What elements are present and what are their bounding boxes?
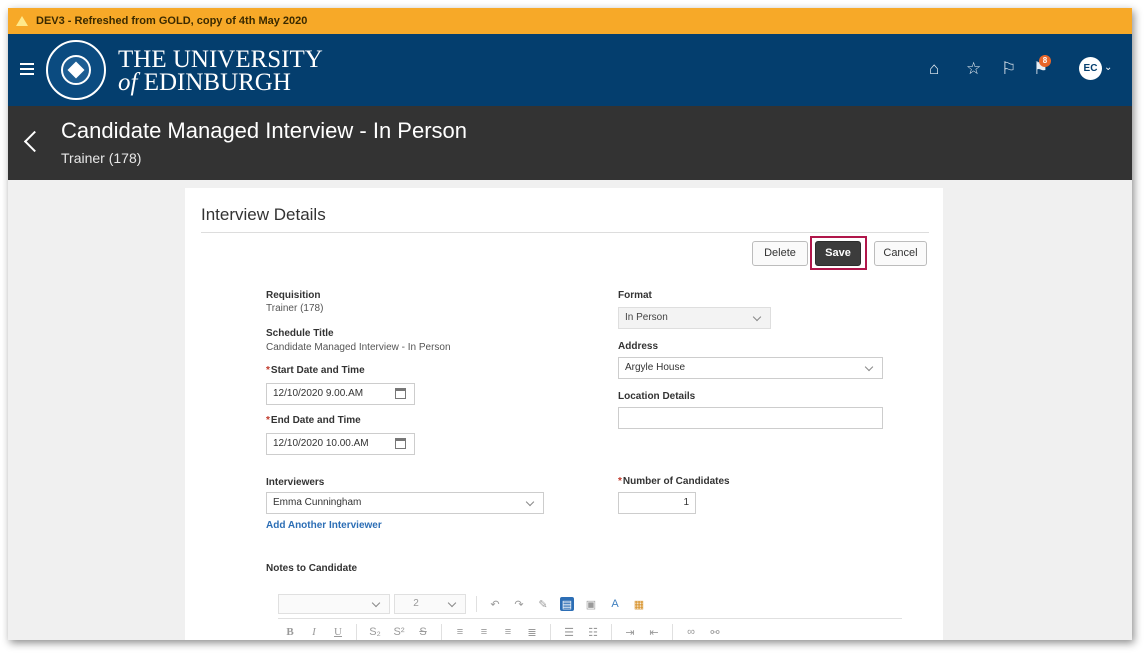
table-icon[interactable]: ▦	[632, 597, 646, 611]
page-subtitle: Trainer (178)	[61, 150, 142, 166]
chevron-down-icon	[447, 598, 457, 608]
chevron-down-icon	[371, 598, 381, 608]
address-value: Argyle House	[625, 362, 686, 373]
university-name[interactable]: THE UNIVERSITY of EDINBURGH	[118, 47, 323, 96]
toolbar-separator	[441, 624, 442, 640]
format-label: Format	[618, 290, 652, 301]
text-color-icon[interactable]: A	[608, 597, 622, 611]
indent-icon[interactable]: ⇥	[623, 625, 637, 639]
environment-banner: DEV3 - Refreshed from GOLD, copy of 4th …	[8, 8, 1132, 34]
end-date-label: End Date and Time	[266, 415, 361, 426]
location-details-input[interactable]	[618, 407, 883, 429]
outdent-icon[interactable]: ⇤	[647, 625, 661, 639]
warning-icon	[16, 16, 28, 26]
interviewer-select[interactable]: Emma Cunningham	[266, 492, 544, 514]
subscript-icon[interactable]: S₂	[368, 625, 382, 639]
toolbar-separator	[356, 624, 357, 640]
end-date-field[interactable]: 12/10/2020 10.00.AM	[266, 433, 415, 455]
university-crest-logo[interactable]	[46, 40, 106, 100]
crest-shield	[61, 55, 91, 85]
notes-editor-toolbar: 2 ↶ ↷ ✎ ▤ ▣ A ▦ B I U S₂ S² S ≡ ≡ ≡ ≣ ☰ …	[278, 592, 902, 640]
underline-icon[interactable]: U	[331, 625, 345, 639]
redo-icon[interactable]: ↷	[512, 597, 526, 611]
undo-icon[interactable]: ↶	[488, 597, 502, 611]
end-date-value: 12/10/2020 10.00.AM	[273, 438, 369, 449]
interviewer-value: Emma Cunningham	[273, 497, 362, 508]
toolbar-separator	[611, 624, 612, 640]
interview-details-panel: Interview Details Delete Save Cancel Req…	[185, 188, 943, 640]
university-name-line2: of EDINBURGH	[118, 69, 323, 96]
format-value: In Person	[625, 312, 668, 323]
preview-icon[interactable]: ▣	[584, 597, 598, 611]
interviewers-label: Interviewers	[266, 477, 325, 488]
address-select[interactable]: Argyle House	[618, 357, 883, 379]
delete-button[interactable]: Delete	[752, 241, 808, 266]
add-interviewer-link[interactable]: Add Another Interviewer	[266, 520, 382, 531]
calendar-icon[interactable]	[395, 388, 406, 399]
link-icon[interactable]: ∞	[684, 625, 698, 639]
back-button[interactable]	[22, 126, 42, 156]
toolbar-separator	[550, 624, 551, 640]
notification-count-badge: 8	[1039, 55, 1051, 67]
star-icon[interactable]: ☆	[966, 60, 981, 78]
schedule-title-value: Candidate Managed Interview - In Person	[266, 342, 451, 353]
requisition-label: Requisition	[266, 290, 321, 301]
address-label: Address	[618, 341, 659, 352]
crest-emblem	[67, 61, 85, 79]
divider	[201, 232, 929, 233]
home-icon[interactable]: ⌂	[929, 60, 939, 78]
chevron-down-icon[interactable]: ⌄	[1104, 62, 1112, 73]
page-header: Candidate Managed Interview - In Person …	[8, 106, 1132, 180]
font-family-select[interactable]	[278, 594, 390, 614]
number-of-candidates-input[interactable]: 1	[618, 492, 696, 514]
font-size-value: 2	[413, 598, 419, 609]
save-button[interactable]: Save	[815, 241, 861, 266]
toolbar-separator	[672, 624, 673, 640]
calendar-icon[interactable]	[395, 438, 406, 449]
chevron-down-icon	[752, 312, 762, 322]
strikethrough-icon[interactable]: S	[416, 625, 430, 639]
avatar[interactable]: EC	[1079, 57, 1102, 80]
justify-icon[interactable]: ≣	[525, 625, 539, 639]
start-date-field[interactable]: 12/10/2020 9.00.AM	[266, 383, 415, 405]
start-date-value: 12/10/2020 9.00.AM	[273, 388, 364, 399]
source-mode-icon[interactable]: ▤	[560, 597, 574, 611]
start-date-label: Start Date and Time	[266, 365, 365, 376]
align-right-icon[interactable]: ≡	[501, 625, 515, 639]
university-name-edinburgh: EDINBURGH	[143, 69, 291, 96]
align-center-icon[interactable]: ≡	[477, 625, 491, 639]
app-window: DEV3 - Refreshed from GOLD, copy of 4th …	[8, 8, 1132, 640]
cancel-button[interactable]: Cancel	[874, 241, 927, 266]
environment-banner-text: DEV3 - Refreshed from GOLD, copy of 4th …	[36, 15, 308, 27]
global-header: THE UNIVERSITY of EDINBURGH ⌂ ☆ ⚐ ⚑ 8 EC…	[8, 34, 1132, 106]
align-left-icon[interactable]: ≡	[453, 625, 467, 639]
notes-label: Notes to Candidate	[266, 563, 358, 574]
toolbar-separator	[476, 596, 477, 612]
number-of-candidates-label: Number of Candidates	[618, 476, 730, 487]
clear-format-icon[interactable]: ✎	[536, 597, 550, 611]
unlink-icon[interactable]: ⚯	[708, 625, 722, 639]
font-size-select[interactable]: 2	[394, 594, 466, 614]
requisition-value: Trainer (178)	[266, 303, 324, 314]
menu-icon[interactable]	[20, 63, 34, 75]
bullet-list-icon[interactable]: ☰	[562, 625, 576, 639]
page-title: Candidate Managed Interview - In Person	[61, 118, 468, 143]
section-title: Interview Details	[201, 205, 326, 224]
numbered-list-icon[interactable]: ☷	[586, 625, 600, 639]
chevron-down-icon	[525, 497, 535, 507]
schedule-title-label: Schedule Title	[266, 328, 334, 339]
chevron-down-icon	[864, 362, 874, 372]
number-of-candidates-value: 1	[683, 497, 689, 508]
flag-icon[interactable]: ⚐	[1001, 60, 1016, 78]
university-name-of: of	[118, 69, 138, 96]
bold-icon[interactable]: B	[283, 625, 297, 639]
location-details-label: Location Details	[618, 391, 696, 402]
format-select[interactable]: In Person	[618, 307, 771, 329]
superscript-icon[interactable]: S²	[392, 625, 406, 639]
italic-icon[interactable]: I	[307, 625, 321, 639]
editor-divider	[278, 618, 902, 619]
